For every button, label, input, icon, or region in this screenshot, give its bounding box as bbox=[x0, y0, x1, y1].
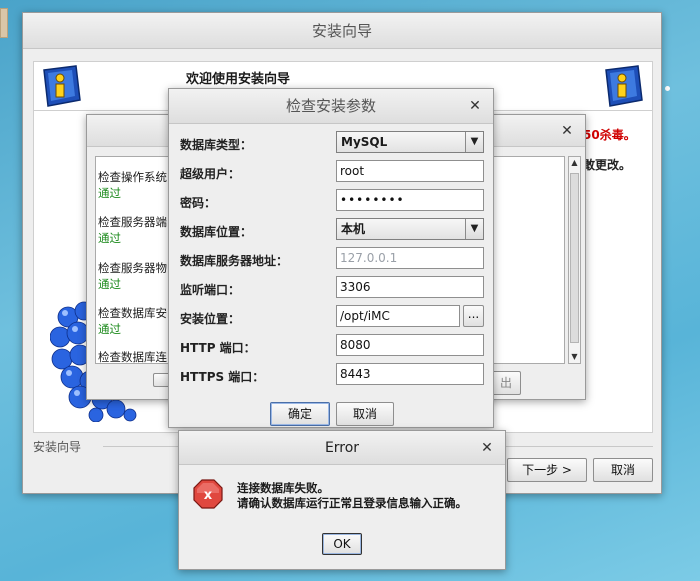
https-port-label: HTTPS 端口： bbox=[180, 370, 265, 384]
list-item: 检查操作系统 通过 bbox=[98, 169, 167, 201]
http-port-input[interactable]: 8080 bbox=[336, 334, 484, 356]
params-title-text: 检查安装参数 bbox=[285, 97, 376, 115]
separator-label: 安装向导 bbox=[33, 440, 82, 454]
error-dialog-title: Error ✕ bbox=[179, 431, 505, 465]
listen-port-label: 监听端口： bbox=[180, 283, 241, 297]
desktop-dot bbox=[665, 86, 670, 91]
list-item: 检查数据库连 bbox=[98, 349, 167, 364]
check-label: 检查操作系统 bbox=[98, 170, 167, 184]
browse-button[interactable]: ... bbox=[463, 305, 484, 327]
cancel-button[interactable]: 取消 bbox=[593, 458, 653, 482]
db-location-label: 数据库位置： bbox=[180, 225, 253, 239]
install-location-input[interactable]: /opt/iMC bbox=[336, 305, 460, 327]
cancel-button[interactable]: 取消 bbox=[336, 402, 394, 426]
ok-button[interactable]: 确定 bbox=[270, 402, 330, 426]
check-label: 检查服务器物 bbox=[98, 261, 167, 275]
warning-text: 50杀毒。 bbox=[583, 128, 636, 142]
info-text: 敢更改。 bbox=[583, 158, 632, 172]
list-item: 检查数据库安 通过 bbox=[98, 305, 167, 337]
welcome-heading: 欢迎使用安装向导 bbox=[186, 72, 291, 87]
db-server-addr-input: 127.0.0.1 bbox=[336, 247, 484, 269]
error-line-2: 请确认数据库运行正常且登录信息输入正确。 bbox=[237, 496, 467, 510]
scroll-thumb[interactable] bbox=[570, 173, 579, 343]
next-button[interactable]: 下一步 > bbox=[507, 458, 587, 482]
listen-port-input[interactable]: 3306 bbox=[336, 276, 484, 298]
https-port-input[interactable]: 8443 bbox=[336, 363, 484, 385]
http-port-label: HTTP 端口： bbox=[180, 341, 256, 355]
close-icon[interactable]: ✕ bbox=[467, 89, 483, 124]
check-status: 通过 bbox=[98, 277, 121, 291]
db-type-value: MySQL bbox=[341, 135, 388, 149]
error-icon: x bbox=[193, 479, 223, 509]
check-status: 通过 bbox=[98, 186, 121, 200]
params-dialog: 检查安装参数 ✕ 数据库类型： MySQL ▼ 超级用户： root 密码： •… bbox=[168, 88, 494, 428]
check-label: 检查服务器端 bbox=[98, 215, 167, 229]
chevron-down-icon[interactable]: ▼ bbox=[465, 132, 483, 152]
error-message: 连接数据库失败。 请确认数据库运行正常且登录信息输入正确。 bbox=[237, 481, 467, 511]
partial-button[interactable]: 出 bbox=[491, 371, 521, 395]
error-dialog: Error ✕ x 连接数据库失败。 请确认数据库运行正常且登录信息输入正确。 … bbox=[178, 430, 506, 570]
list-item: 检查服务器物 通过 bbox=[98, 260, 167, 292]
check-status: 通过 bbox=[98, 322, 121, 336]
db-location-select[interactable]: 本机 ▼ bbox=[336, 218, 484, 240]
super-user-input[interactable]: root bbox=[336, 160, 484, 182]
svg-text:x: x bbox=[204, 488, 213, 503]
scroll-down-icon[interactable]: ▼ bbox=[569, 351, 580, 363]
params-dialog-title: 检查安装参数 ✕ bbox=[169, 89, 493, 124]
error-line-1: 连接数据库失败。 bbox=[237, 481, 329, 495]
db-server-addr-label: 数据库服务器地址： bbox=[180, 254, 289, 268]
wizard-title: 安装向导 bbox=[23, 13, 661, 49]
check-label: 检查数据库安 bbox=[98, 306, 167, 320]
info-icon bbox=[605, 65, 643, 107]
ok-button[interactable]: OK bbox=[322, 533, 362, 555]
db-type-label: 数据库类型： bbox=[180, 138, 253, 152]
scrollbar[interactable]: ▲ ▼ bbox=[568, 156, 581, 364]
install-location-label: 安装位置： bbox=[180, 312, 241, 326]
db-location-value: 本机 bbox=[341, 222, 366, 236]
password-label: 密码： bbox=[180, 196, 217, 210]
list-item: 检查服务器端 通过 bbox=[98, 214, 167, 246]
info-icon bbox=[43, 65, 81, 107]
super-user-label: 超级用户： bbox=[180, 167, 241, 181]
check-status: 通过 bbox=[98, 231, 121, 245]
close-icon[interactable]: ✕ bbox=[559, 115, 575, 148]
close-icon[interactable]: ✕ bbox=[479, 431, 495, 465]
password-input[interactable]: •••••••• bbox=[336, 189, 484, 211]
db-type-select[interactable]: MySQL ▼ bbox=[336, 131, 484, 153]
error-title-text: Error bbox=[324, 440, 360, 456]
scroll-up-icon[interactable]: ▲ bbox=[569, 157, 580, 169]
desktop-edge bbox=[0, 8, 8, 38]
chevron-down-icon[interactable]: ▼ bbox=[465, 219, 483, 239]
check-label: 检查数据库连 bbox=[98, 350, 167, 364]
